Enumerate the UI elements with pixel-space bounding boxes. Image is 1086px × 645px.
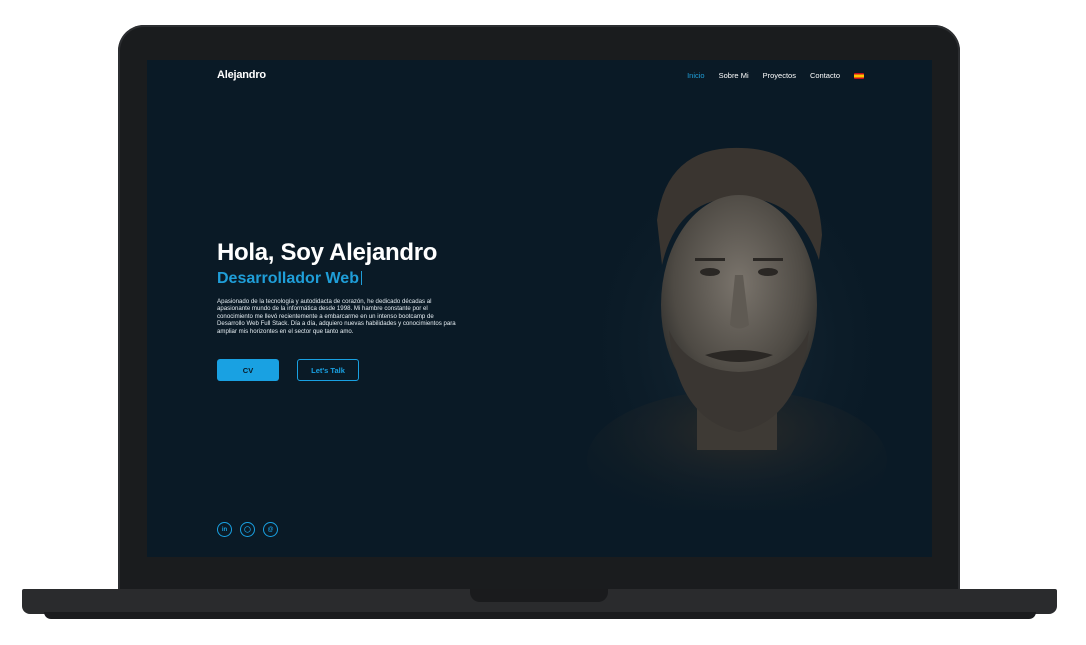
laptop-mockup: Alejandro Inicio Sobre Mi Proyectos Cont… (0, 0, 1086, 645)
laptop-notch (470, 589, 608, 602)
linkedin-icon[interactable]: in (217, 522, 232, 537)
spain-flag-icon[interactable] (854, 72, 864, 79)
nav-item-sobre-mi[interactable]: Sobre Mi (719, 71, 749, 80)
hero-description: Apasionado de la tecnología y autodidact… (217, 298, 456, 335)
mail-icon[interactable]: @ (263, 522, 278, 537)
website-screen: Alejandro Inicio Sobre Mi Proyectos Cont… (147, 60, 932, 557)
profile-photo (587, 140, 887, 510)
main-nav: Inicio Sobre Mi Proyectos Contacto (687, 71, 864, 80)
hero-subtitle-text: Desarrollador Web (217, 270, 359, 287)
hero-subtitle: Desarrollador Web (217, 270, 362, 288)
github-icon[interactable]: ◯ (240, 522, 255, 537)
cv-button[interactable]: CV (217, 359, 279, 381)
nav-item-proyectos[interactable]: Proyectos (763, 71, 796, 80)
hero-title: Hola, Soy Alejandro (217, 239, 438, 266)
nav-item-contacto[interactable]: Contacto (810, 71, 840, 80)
laptop-base-foot (44, 612, 1036, 619)
site-brand[interactable]: Alejandro (217, 69, 266, 81)
typing-caret (360, 271, 362, 285)
nav-item-inicio[interactable]: Inicio (687, 71, 705, 80)
lets-talk-button[interactable]: Let's Talk (297, 359, 359, 381)
social-links: in ◯ @ (217, 522, 278, 537)
